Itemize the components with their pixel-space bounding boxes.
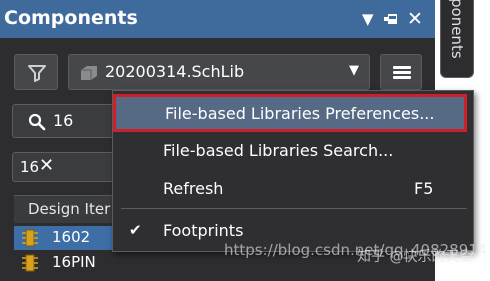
component-name: 16PIN [52,253,96,271]
panel-menu-button[interactable] [380,54,422,90]
side-tab-components[interactable]: ponents [440,0,474,78]
hamburger-icon-bar-1 [393,66,411,69]
search-query: 16 [53,111,74,130]
library-icon [81,66,97,80]
panel-title-bar[interactable]: Components ▼ ✕ [0,0,435,38]
menu-item-refresh[interactable]: Refresh F5 [113,175,473,211]
close-icon[interactable]: ✕ [407,7,423,31]
component-name: 1602 [52,228,91,246]
hamburger-icon-bar-2 [393,71,411,74]
pin-icon[interactable] [383,11,401,27]
library-select[interactable]: 20200314.SchLib ▼ [68,54,370,90]
search-input[interactable]: 16 [12,104,116,138]
menu-separator [121,208,467,209]
remove-filter-icon[interactable]: ✕ [39,155,54,176]
filter-chip-label: 16 [20,158,40,176]
table-row[interactable]: 16PIN [14,251,134,275]
menu-item-shortcut: F5 [414,179,434,198]
search-filter-chip: 16 ✕ [12,152,116,182]
library-name: 20200314.SchLib [105,62,245,81]
side-tab-label: ponents [448,0,466,59]
watermark-zhihu: 知乎 @快乐的天空 [357,249,474,265]
menu-item-library-preferences[interactable]: File-based Libraries Preferences... [113,94,467,132]
hamburger-icon-bar-3 [393,76,411,79]
component-icon [22,254,38,272]
component-icon [22,229,38,247]
panel-dropdown-menu: File-based Libraries Preferences... File… [112,90,474,252]
checkmark-icon: ✔ [129,221,142,239]
menu-item-label: File-based Libraries Preferences... [165,104,435,123]
filter-button[interactable] [14,54,58,90]
funnel-icon [28,65,46,82]
search-icon [28,113,46,131]
panel-title: Components [4,7,138,29]
menu-item-label: Footprints [163,221,244,240]
menu-item-label: Refresh [163,179,224,198]
menu-item-label: File-based Libraries Search... [163,141,394,160]
column-header-label: Design Iter [28,200,111,218]
chevron-down-icon: ▼ [349,63,359,78]
menu-item-library-search[interactable]: File-based Libraries Search... [113,135,473,171]
dropdown-arrow-icon[interactable]: ▼ [362,7,374,31]
